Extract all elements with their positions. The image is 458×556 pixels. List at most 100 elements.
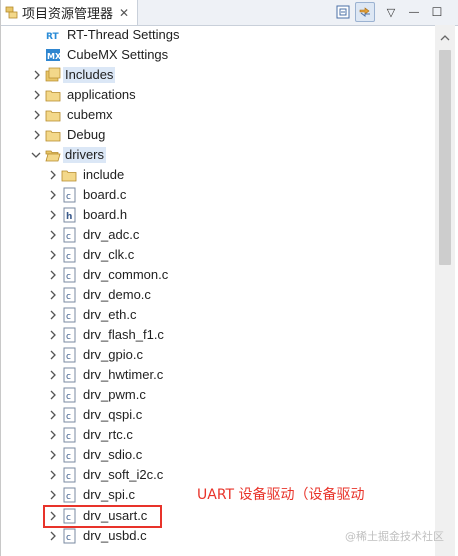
minimize-icon: — (409, 6, 419, 18)
chevron-right-icon[interactable] (48, 430, 58, 440)
chevron-right-icon[interactable] (32, 70, 42, 80)
tree-label: drv_qspi.c (83, 407, 143, 422)
svg-text:c: c (66, 332, 71, 342)
chevron-right-icon[interactable] (48, 330, 58, 340)
tree-item-drivers[interactable]: drivers (1, 145, 435, 165)
c-file-icon: c (63, 467, 76, 483)
tree-label: board.h (83, 207, 128, 222)
tree-label: drv_adc.c (83, 227, 140, 242)
svg-text:c: c (66, 292, 71, 302)
minimize-button[interactable]: — (404, 2, 424, 22)
tree-item-file[interactable]: c drv_qspi.c (1, 405, 435, 425)
tree-label: drv_flash_f1.c (83, 327, 164, 342)
tree-item-cubemx[interactable]: cubemx (1, 105, 435, 125)
collapse-all-button[interactable] (333, 2, 353, 22)
chevron-right-icon[interactable] (48, 450, 58, 460)
chevron-right-icon[interactable] (32, 130, 42, 140)
scrollbar-thumb[interactable] (439, 50, 451, 265)
chevron-right-icon[interactable] (48, 370, 58, 380)
tree-item-debug[interactable]: Debug (1, 125, 435, 145)
view-menu-button[interactable]: ▽ (381, 2, 401, 22)
tree-item-file[interactable]: c drv_eth.c (1, 305, 435, 325)
tree-item-file[interactable]: c drv_sdio.c (1, 445, 435, 465)
tree-item-includes[interactable]: Includes (1, 65, 435, 85)
tree-item-cubemx-settings[interactable]: MX CubeMX Settings (1, 45, 435, 65)
maximize-button[interactable]: ☐ (427, 2, 447, 22)
tree-label: cubemx (67, 107, 113, 122)
chevron-right-icon[interactable] (48, 470, 58, 480)
chevron-right-icon[interactable] (48, 290, 58, 300)
svg-text:c: c (66, 372, 71, 382)
tree-item-file[interactable]: h board.h (1, 205, 435, 225)
open-folder-icon (45, 150, 61, 162)
tree-item-file[interactable]: c drv_pwm.c (1, 385, 435, 405)
c-file-icon: c (63, 327, 76, 343)
svg-text:c: c (66, 232, 71, 242)
tree-item-file[interactable]: c drv_soft_i2c.c (1, 465, 435, 485)
tree-item-applications[interactable]: applications (1, 85, 435, 105)
chevron-right-icon[interactable] (32, 90, 42, 100)
tree-label: board.c (83, 187, 127, 202)
tree-item-file[interactable]: c drv_hwtimer.c (1, 365, 435, 385)
svg-text:c: c (66, 472, 71, 482)
vertical-scrollbar[interactable] (435, 25, 455, 556)
chevron-right-icon[interactable] (48, 210, 58, 220)
c-file-icon: c (63, 427, 76, 443)
link-with-editor-button[interactable] (355, 2, 375, 22)
chevron-right-icon[interactable] (32, 110, 42, 120)
svg-text:MX: MX (47, 52, 61, 61)
chevron-right-icon[interactable] (48, 531, 58, 541)
tree-item-file[interactable]: c drv_flash_f1.c (1, 325, 435, 345)
tree-item-include[interactable]: include (1, 165, 435, 185)
collapse-all-icon (336, 5, 350, 19)
tree-label: drv_common.c (83, 267, 169, 282)
annotation-text: UART 设备驱动（设备驱动 (197, 487, 365, 503)
tree-item-file[interactable]: c drv_common.c (1, 265, 435, 285)
tree-label: drv_hwtimer.c (83, 367, 164, 382)
chevron-right-icon[interactable] (48, 350, 58, 360)
c-file-icon: c (63, 247, 76, 263)
tree-item-file[interactable]: c drv_demo.c (1, 285, 435, 305)
c-file-icon: c (63, 447, 76, 463)
tree-item-file[interactable]: c drv_gpio.c (1, 345, 435, 365)
chevron-down-icon[interactable] (31, 150, 41, 160)
svg-text:c: c (66, 432, 71, 442)
folder-icon (45, 90, 61, 102)
chevron-right-icon[interactable] (48, 490, 58, 500)
svg-text:RT: RT (46, 32, 60, 42)
c-file-icon: c (63, 347, 76, 363)
c-file-icon: c (63, 267, 76, 283)
tree-item-file[interactable]: c drv_clk.c (1, 245, 435, 265)
tree-label: include (83, 167, 125, 182)
chevron-right-icon[interactable] (48, 230, 58, 240)
c-file-icon: c (63, 287, 76, 303)
tree-label: RT-Thread Settings (67, 27, 180, 42)
close-icon[interactable]: ✕ (119, 6, 129, 20)
tab-title: 项目资源管理器 (22, 6, 114, 21)
includes-icon (45, 67, 61, 82)
tree-label: drv_rtc.c (83, 427, 133, 442)
svg-text:c: c (66, 352, 71, 362)
svg-text:h: h (66, 212, 72, 222)
maximize-icon: ☐ (431, 5, 443, 19)
tree-label: drv_gpio.c (83, 347, 143, 362)
watermark: @稀土掘金技术社区 (345, 530, 444, 543)
chevron-right-icon[interactable] (48, 310, 58, 320)
tab-project-explorer[interactable]: 项目资源管理器 ✕ (1, 0, 138, 25)
chevron-right-icon[interactable] (48, 170, 58, 180)
chevron-right-icon[interactable] (48, 410, 58, 420)
chevron-right-icon[interactable] (48, 270, 58, 280)
scroll-up-button[interactable] (435, 29, 455, 46)
folder-icon (61, 170, 77, 182)
tree-label: drv_sdio.c (83, 447, 143, 462)
tree-item-file[interactable]: c drv_adc.c (1, 225, 435, 245)
svg-text:c: c (66, 392, 71, 402)
tree-item-rt-thread-settings[interactable]: RT RT-Thread Settings (1, 25, 435, 45)
chevron-right-icon[interactable] (48, 390, 58, 400)
svg-text:c: c (66, 252, 71, 262)
tree-item-file[interactable]: c drv_rtc.c (1, 425, 435, 445)
svg-text:c: c (66, 412, 71, 422)
chevron-right-icon[interactable] (48, 250, 58, 260)
tree-item-file[interactable]: c board.c (1, 185, 435, 205)
chevron-right-icon[interactable] (48, 190, 58, 200)
